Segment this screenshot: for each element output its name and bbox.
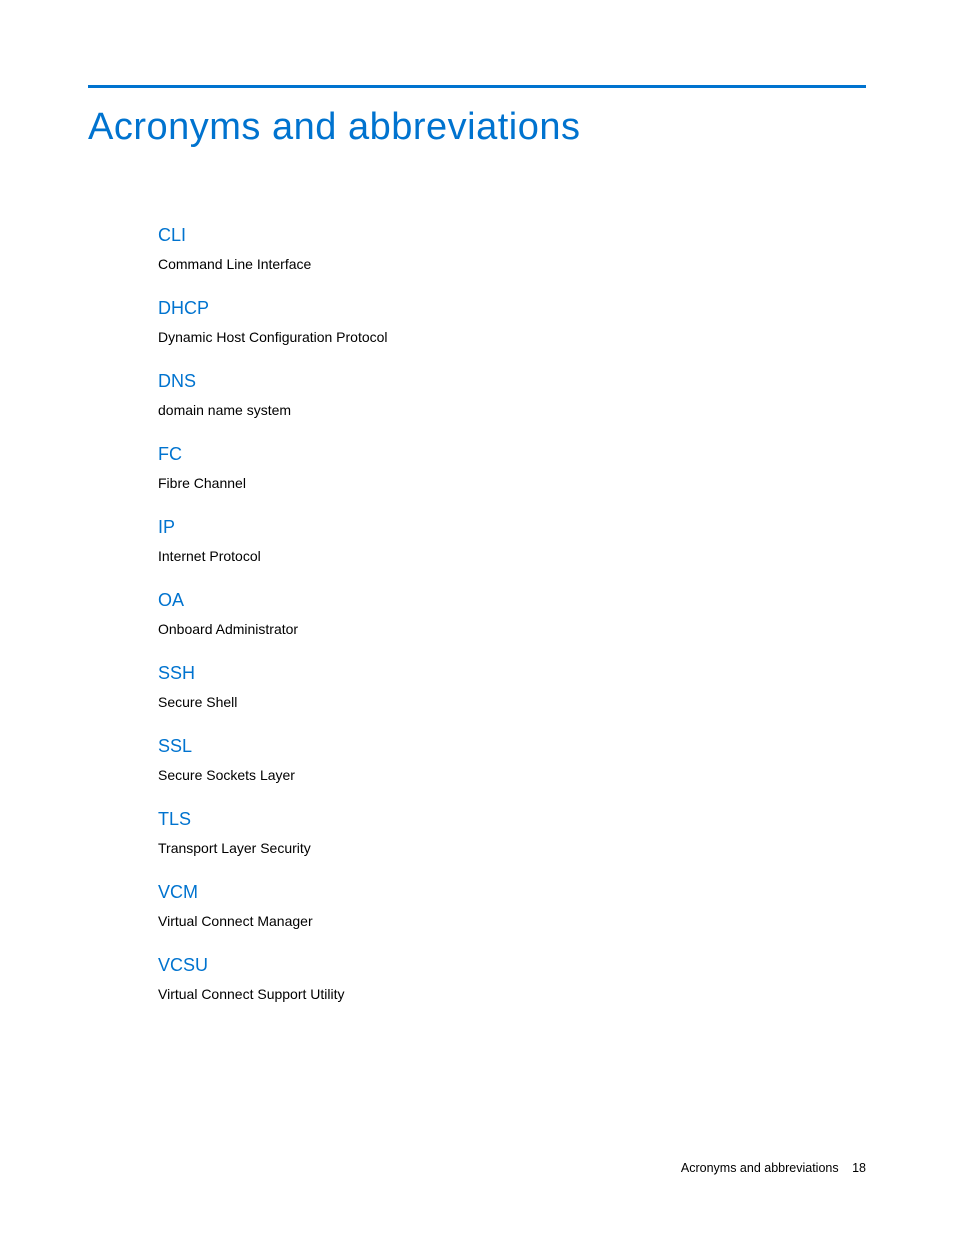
term: CLI bbox=[158, 225, 866, 246]
term: DNS bbox=[158, 371, 866, 392]
entry-ip: IP Internet Protocol bbox=[158, 517, 866, 564]
term: VCSU bbox=[158, 955, 866, 976]
definition: domain name system bbox=[158, 402, 866, 418]
definition: Secure Shell bbox=[158, 694, 866, 710]
term: OA bbox=[158, 590, 866, 611]
page-footer: Acronyms and abbreviations 18 bbox=[681, 1161, 866, 1175]
definition: Virtual Connect Support Utility bbox=[158, 986, 866, 1002]
entry-ssh: SSH Secure Shell bbox=[158, 663, 866, 710]
entry-cli: CLI Command Line Interface bbox=[158, 225, 866, 272]
term: SSL bbox=[158, 736, 866, 757]
entry-vcsu: VCSU Virtual Connect Support Utility bbox=[158, 955, 866, 1002]
term: VCM bbox=[158, 882, 866, 903]
entry-fc: FC Fibre Channel bbox=[158, 444, 866, 491]
definition: Transport Layer Security bbox=[158, 840, 866, 856]
entries-list: CLI Command Line Interface DHCP Dynamic … bbox=[88, 225, 866, 1002]
entry-dns: DNS domain name system bbox=[158, 371, 866, 418]
page-content: Acronyms and abbreviations CLI Command L… bbox=[0, 0, 954, 1002]
term: IP bbox=[158, 517, 866, 538]
page-title: Acronyms and abbreviations bbox=[88, 106, 866, 149]
definition: Internet Protocol bbox=[158, 548, 866, 564]
term: DHCP bbox=[158, 298, 866, 319]
entry-vcm: VCM Virtual Connect Manager bbox=[158, 882, 866, 929]
term: FC bbox=[158, 444, 866, 465]
title-rule bbox=[88, 85, 866, 88]
entry-ssl: SSL Secure Sockets Layer bbox=[158, 736, 866, 783]
term: SSH bbox=[158, 663, 866, 684]
entry-oa: OA Onboard Administrator bbox=[158, 590, 866, 637]
entry-tls: TLS Transport Layer Security bbox=[158, 809, 866, 856]
definition: Command Line Interface bbox=[158, 256, 866, 272]
definition: Dynamic Host Configuration Protocol bbox=[158, 329, 866, 345]
footer-page-number: 18 bbox=[852, 1161, 866, 1175]
definition: Secure Sockets Layer bbox=[158, 767, 866, 783]
definition: Onboard Administrator bbox=[158, 621, 866, 637]
term: TLS bbox=[158, 809, 866, 830]
entry-dhcp: DHCP Dynamic Host Configuration Protocol bbox=[158, 298, 866, 345]
definition: Fibre Channel bbox=[158, 475, 866, 491]
definition: Virtual Connect Manager bbox=[158, 913, 866, 929]
footer-section: Acronyms and abbreviations bbox=[681, 1161, 839, 1175]
